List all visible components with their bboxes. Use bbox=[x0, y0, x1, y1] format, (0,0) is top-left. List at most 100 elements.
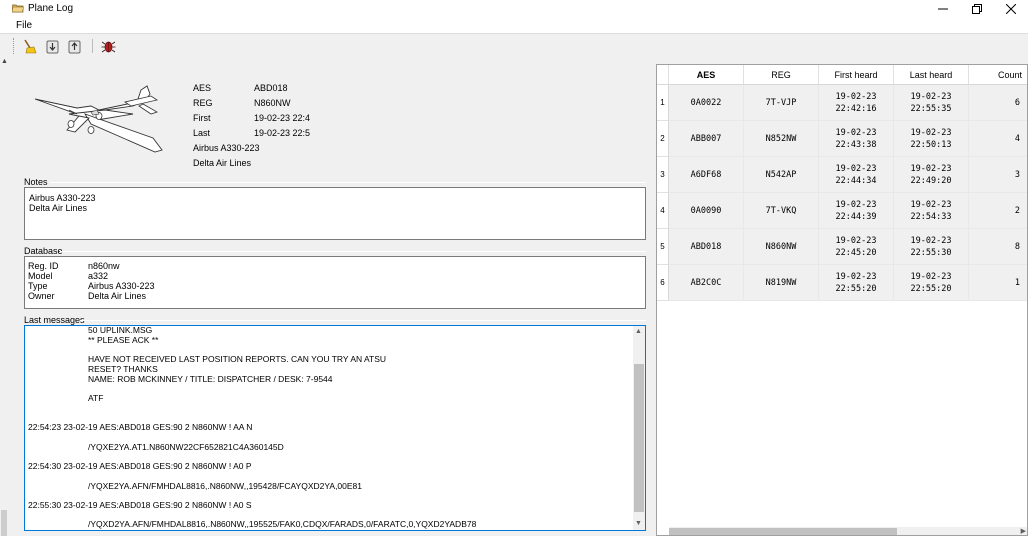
cell-reg[interactable]: N542AP bbox=[744, 157, 819, 193]
column-header-reg[interactable]: REG bbox=[744, 65, 819, 85]
cell-aes[interactable]: AB2C0C bbox=[669, 265, 744, 301]
cell-time: 22:50:13 bbox=[910, 139, 952, 150]
column-header-last-heard[interactable]: Last heard bbox=[894, 65, 969, 85]
splitter-strip: ▲ bbox=[0, 58, 8, 536]
scroll-down-icon[interactable]: ▼ bbox=[635, 520, 642, 527]
db-key: Model bbox=[28, 271, 53, 281]
cell-date: 19-02-23 bbox=[910, 199, 952, 210]
cell-date: 19-02-23 bbox=[835, 199, 877, 210]
cell-count[interactable]: 2 bbox=[969, 193, 1027, 229]
debug-button[interactable] bbox=[100, 38, 117, 55]
window-title: Plane Log bbox=[28, 3, 74, 14]
cell-time: 22:54:33 bbox=[910, 211, 952, 222]
upload-icon bbox=[68, 40, 81, 54]
cell-aes[interactable]: A6DF68 bbox=[669, 157, 744, 193]
cell-aes[interactable]: 0A0090 bbox=[669, 193, 744, 229]
toolbar bbox=[0, 33, 1028, 58]
messages-scrollbar[interactable]: ▲ ▼ bbox=[633, 326, 645, 530]
cell-date: 19-02-23 bbox=[910, 271, 952, 282]
cell-time: 22:55:20 bbox=[835, 283, 877, 294]
cell-first-heard[interactable]: 19-02-23 22:43:38 bbox=[819, 121, 894, 157]
scroll-up-icon[interactable]: ▲ bbox=[1, 58, 8, 65]
cell-count[interactable]: 3 bbox=[969, 157, 1027, 193]
notes-textarea[interactable]: Airbus A330-223 Delta Air Lines bbox=[24, 187, 646, 240]
aircraft-type: Airbus A330-223 bbox=[193, 143, 260, 153]
cell-date: 19-02-23 bbox=[910, 235, 952, 246]
scroll-up-icon[interactable]: ▲ bbox=[635, 328, 642, 335]
cell-first-heard[interactable]: 19-02-23 22:44:34 bbox=[819, 157, 894, 193]
cell-date: 19-02-23 bbox=[835, 235, 877, 246]
export-button[interactable] bbox=[66, 38, 83, 55]
bug-icon bbox=[101, 41, 116, 53]
cell-reg[interactable]: 7T-VKQ bbox=[744, 193, 819, 229]
cell-count[interactable]: 6 bbox=[969, 85, 1027, 121]
close-button[interactable] bbox=[994, 0, 1028, 18]
row-number[interactable]: 1 bbox=[657, 85, 669, 121]
cell-first-heard[interactable]: 19-02-23 22:45:20 bbox=[819, 229, 894, 265]
message-line: RESET? THANKS bbox=[88, 364, 158, 374]
cell-last-heard[interactable]: 19-02-23 22:50:13 bbox=[894, 121, 969, 157]
notes-title: Notes bbox=[24, 177, 50, 187]
minimize-button[interactable] bbox=[926, 0, 960, 18]
cell-last-heard[interactable]: 19-02-23 22:55:20 bbox=[894, 265, 969, 301]
cell-time: 22:43:38 bbox=[835, 139, 877, 150]
cell-date: 19-02-23 bbox=[910, 127, 952, 138]
db-value: n860nw bbox=[88, 261, 120, 271]
menu-file[interactable]: File bbox=[16, 20, 32, 31]
scroll-right-icon[interactable]: ▶ bbox=[1021, 527, 1026, 535]
cell-count[interactable]: 8 bbox=[969, 229, 1027, 265]
column-header-count[interactable]: Count bbox=[969, 65, 1027, 85]
messages-textarea[interactable]: 50 UPLINK.MSG ** PLEASE ACK ** HAVE NOT … bbox=[24, 325, 646, 531]
cell-last-heard[interactable]: 19-02-23 22:54:33 bbox=[894, 193, 969, 229]
reg-label: REG bbox=[193, 98, 213, 108]
column-header-first-heard[interactable]: First heard bbox=[819, 65, 894, 85]
cell-reg[interactable]: 7T-VJP bbox=[744, 85, 819, 121]
cell-reg[interactable]: N819NW bbox=[744, 265, 819, 301]
scrollbar-thumb[interactable] bbox=[634, 364, 644, 512]
database-title: Database bbox=[24, 246, 65, 256]
cell-time: 22:42:16 bbox=[835, 103, 877, 114]
import-button[interactable] bbox=[44, 38, 61, 55]
cell-last-heard[interactable]: 19-02-23 22:55:35 bbox=[894, 85, 969, 121]
last-value: 19-02-23 22:5 bbox=[254, 128, 311, 138]
cell-first-heard[interactable]: 19-02-23 22:42:16 bbox=[819, 85, 894, 121]
cell-aes[interactable]: 0A0022 bbox=[669, 85, 744, 121]
cell-count[interactable]: 4 bbox=[969, 121, 1027, 157]
column-header-aes[interactable]: AES bbox=[669, 65, 744, 85]
cell-first-heard[interactable]: 19-02-23 22:55:20 bbox=[819, 265, 894, 301]
message-line: 22:55:30 23-02-19 AES:ABD018 GES:90 2 N8… bbox=[28, 500, 252, 510]
cell-count[interactable]: 1 bbox=[969, 265, 1027, 301]
toolbar-separator bbox=[92, 39, 93, 53]
cell-last-heard[interactable]: 19-02-23 22:55:30 bbox=[894, 229, 969, 265]
cell-time: 22:44:34 bbox=[835, 175, 877, 186]
cell-time: 22:55:35 bbox=[910, 103, 952, 114]
scrollbar-thumb[interactable] bbox=[669, 528, 897, 535]
clear-button[interactable] bbox=[21, 38, 38, 55]
row-number[interactable]: 3 bbox=[657, 157, 669, 193]
cell-date: 19-02-23 bbox=[835, 163, 877, 174]
row-number[interactable]: 2 bbox=[657, 121, 669, 157]
notes-line: Airbus A330-223 bbox=[29, 193, 96, 203]
cell-aes[interactable]: ABB007 bbox=[669, 121, 744, 157]
db-key: Owner bbox=[28, 291, 55, 301]
row-number[interactable]: 4 bbox=[657, 193, 669, 229]
cell-aes[interactable]: ABD018 bbox=[669, 229, 744, 265]
db-key: Type bbox=[28, 281, 48, 291]
row-number[interactable]: 5 bbox=[657, 229, 669, 265]
splitter-grip[interactable] bbox=[1, 510, 7, 536]
last-label: Last bbox=[193, 128, 211, 138]
db-value: Delta Air Lines bbox=[88, 291, 147, 301]
row-number[interactable]: 6 bbox=[657, 265, 669, 301]
cell-reg[interactable]: N852NW bbox=[744, 121, 819, 157]
toolbar-grip[interactable] bbox=[13, 38, 16, 54]
restore-button[interactable] bbox=[960, 0, 994, 18]
table-horizontal-scrollbar[interactable]: ▶ bbox=[669, 527, 1027, 535]
cell-reg[interactable]: N860NW bbox=[744, 229, 819, 265]
title-bar: Plane Log bbox=[0, 0, 1028, 18]
cell-time: 22:55:20 bbox=[910, 283, 952, 294]
first-value: 19-02-23 22:4 bbox=[254, 113, 311, 123]
cell-last-heard[interactable]: 19-02-23 22:49:20 bbox=[894, 157, 969, 193]
aes-label: AES bbox=[193, 83, 212, 93]
cell-first-heard[interactable]: 19-02-23 22:44:39 bbox=[819, 193, 894, 229]
table-corner[interactable] bbox=[657, 65, 669, 85]
